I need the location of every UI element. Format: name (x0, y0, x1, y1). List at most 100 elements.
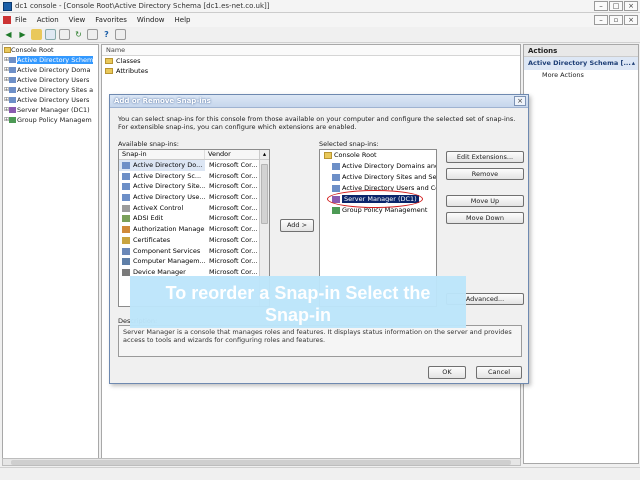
available-snapin-row[interactable]: Active Directory Do... Microsoft Cor... (119, 160, 269, 171)
move-down-button[interactable]: Move Down (446, 212, 524, 224)
cancel-button[interactable]: Cancel (476, 366, 522, 379)
folder-icon (105, 68, 113, 74)
minimize-button[interactable]: – (594, 1, 608, 11)
snapin-vendor: Microsoft Cor... (209, 214, 258, 223)
schema-icon (9, 57, 16, 63)
refresh-icon[interactable]: ↻ (73, 29, 84, 40)
folder-icon (4, 47, 11, 53)
available-snapin-row[interactable]: Active Directory Use... Microsoft Cor... (119, 192, 269, 203)
snapin-icon (122, 215, 130, 223)
tree-item[interactable]: ⊞ Active Directory Schem (3, 55, 98, 65)
tree-item[interactable]: ⊞ Server Manager (DC1) (3, 105, 98, 115)
collapse-icon[interactable]: ▴ (632, 57, 635, 70)
snapin-vendor: Microsoft Cor... (209, 182, 258, 191)
menu-help[interactable]: Help (175, 16, 191, 24)
snapin-name: Authorization Manager (133, 225, 205, 234)
show-tree-icon[interactable] (45, 29, 56, 40)
tree-item[interactable]: ⊞ Active Directory Users (3, 75, 98, 85)
snapin-icon (122, 226, 130, 234)
tree-item[interactable]: ⊞ Group Policy Managem (3, 115, 98, 125)
actions-item-more-actions[interactable]: More Actions (524, 70, 638, 81)
snapin-icon (122, 172, 130, 180)
available-snapin-row[interactable]: Active Directory Site... Microsoft Cor... (119, 181, 269, 192)
snapin-icon (122, 204, 130, 212)
horizontal-scrollbar[interactable] (2, 458, 521, 466)
selected-item-console-root[interactable]: Console Root (320, 150, 436, 161)
snapin-icon (122, 258, 130, 266)
caption-line-1: To reorder a Snap-in Select the (165, 283, 431, 303)
available-snapin-row[interactable]: Component Services Microsoft Cor... (119, 246, 269, 257)
help-icon[interactable]: ? (101, 29, 112, 40)
tree-item[interactable]: ⊞ Active Directory Sites a (3, 85, 98, 95)
tree-item[interactable]: ⊞ Active Directory Doma (3, 65, 98, 75)
add-remove-snapins-dialog: Add or Remove Snap-ins × You can select … (109, 94, 529, 384)
copy-icon[interactable] (59, 29, 70, 40)
menu-favorites[interactable]: Favorites (95, 16, 127, 24)
selected-snapin-item[interactable]: Active Directory Sites and Serv (320, 172, 436, 183)
dialog-close-button[interactable]: × (514, 96, 526, 106)
snapin-icon (122, 247, 130, 255)
snapin-vendor: Microsoft Cor... (209, 171, 258, 180)
available-snapin-row[interactable]: Active Directory Sc... Microsoft Cor... (119, 171, 269, 182)
ok-button[interactable]: OK (428, 366, 466, 379)
available-snapin-row[interactable]: Authorization Manager Microsoft Cor... (119, 224, 269, 235)
snapin-icon (332, 163, 340, 170)
snapin-vendor: Microsoft Cor... (209, 193, 258, 202)
maximize-button[interactable]: □ (609, 1, 623, 11)
actions-header: Actions (524, 45, 638, 57)
snapin-icon (122, 268, 130, 276)
dialog-description: You can select snap-ins for this console… (118, 115, 516, 131)
snapin-name: Computer Managem... (133, 257, 205, 266)
forward-arrow-icon[interactable]: ▶ (17, 29, 28, 40)
actions-section-header[interactable]: Active Directory Schema [... ▴ (524, 57, 638, 70)
menu-view[interactable]: View (69, 16, 86, 24)
column-header-snapin[interactable]: Snap-in (119, 150, 205, 159)
scrollbar-thumb[interactable] (261, 164, 268, 224)
available-snapin-row[interactable]: Computer Managem... Microsoft Cor... (119, 256, 269, 267)
snapin-icon (332, 185, 340, 192)
child-restore-button[interactable]: ▫ (609, 15, 623, 25)
properties-icon[interactable] (115, 29, 126, 40)
list-item[interactable]: Classes (102, 56, 520, 66)
folder-up-icon[interactable] (31, 29, 42, 40)
child-close-button[interactable]: × (624, 15, 638, 25)
snapin-name: Component Services (133, 246, 201, 255)
tree-item-console-root[interactable]: Console Root (3, 45, 98, 55)
snapin-icon (122, 162, 130, 169)
column-header-name[interactable]: Name (102, 45, 520, 56)
menu-file[interactable]: File (15, 16, 27, 24)
group-policy-icon (9, 117, 16, 123)
column-header-vendor[interactable]: Vendor (205, 150, 259, 159)
add-button[interactable]: Add > (280, 219, 314, 232)
server-manager-icon (9, 107, 16, 113)
tree-item[interactable]: ⊞ Active Directory Users (3, 95, 98, 105)
mmc-app-icon (3, 2, 12, 11)
selected-snapin-item[interactable]: Active Directory Domains and T (320, 161, 436, 172)
available-snapin-row[interactable]: ActiveX Control Microsoft Cor... (119, 203, 269, 214)
edit-extensions-button[interactable]: Edit Extensions... (446, 151, 524, 163)
directory-icon (9, 67, 16, 73)
snapin-description-box: Server Manager is a console that manages… (118, 325, 522, 357)
scroll-up-icon[interactable]: ▴ (259, 150, 269, 159)
available-snapin-row[interactable]: ADSI Edit Microsoft Cor... (119, 213, 269, 224)
back-arrow-icon[interactable]: ◀ (3, 29, 14, 40)
move-up-button[interactable]: Move Up (446, 195, 524, 207)
snapin-name: Active Directory Site... (133, 182, 205, 191)
menu-window[interactable]: Window (137, 16, 165, 24)
snapin-name: ActiveX Control (133, 203, 184, 212)
folder-icon (105, 58, 113, 64)
close-button[interactable]: × (624, 1, 638, 11)
scrollbar-thumb[interactable] (11, 460, 511, 465)
remove-button[interactable]: Remove (446, 168, 524, 180)
menu-action[interactable]: Action (37, 16, 59, 24)
console-icon (3, 16, 11, 24)
export-list-icon[interactable] (87, 29, 98, 40)
snapin-name: Active Directory Use... (133, 193, 205, 202)
list-item[interactable]: Attributes (102, 66, 520, 76)
highlight-ellipse (327, 190, 423, 208)
child-minimize-button[interactable]: – (594, 15, 608, 25)
snapin-vendor: Microsoft Cor... (209, 225, 258, 234)
snapin-name: Certificates (133, 235, 171, 244)
snapin-vendor: Microsoft Cor... (209, 257, 258, 266)
available-snapin-row[interactable]: Certificates Microsoft Cor... (119, 235, 269, 246)
